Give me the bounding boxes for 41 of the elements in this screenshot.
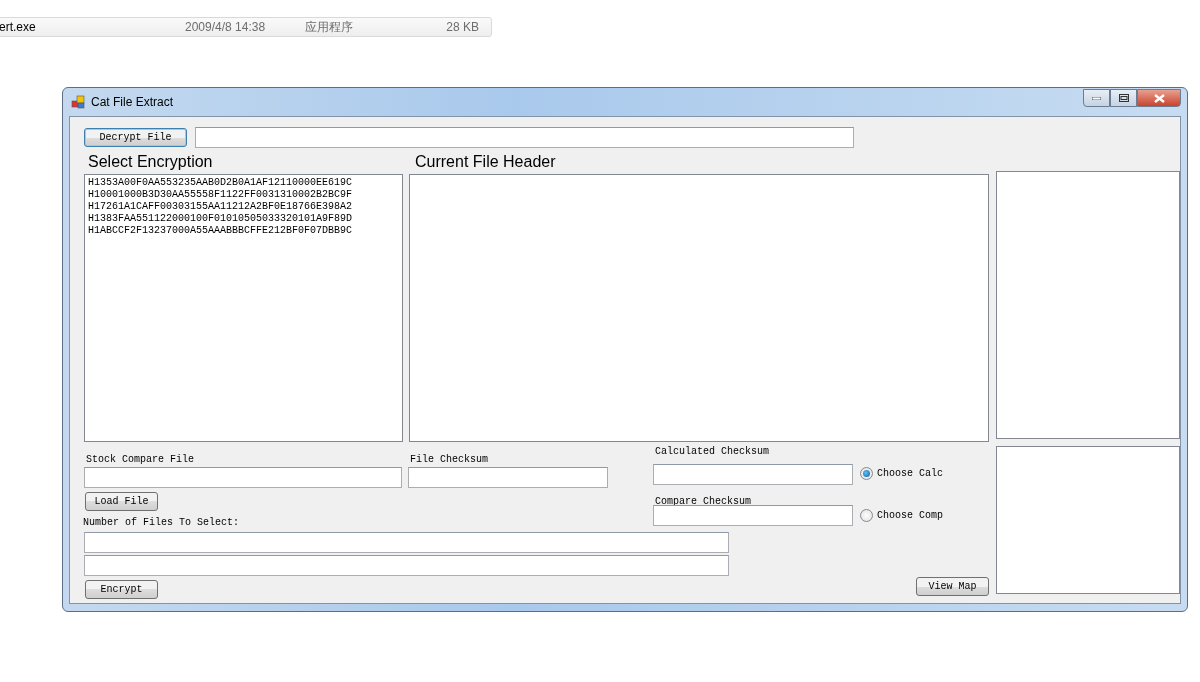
- radio-button[interactable]: Choose Calc: [860, 467, 943, 480]
- close-icon: [1153, 93, 1165, 103]
- current-file-header-label: Current File Header: [415, 153, 556, 171]
- encryption-list-item[interactable]: H1353A00F0AA553235AAB0D2B0A1AF12110000EE619C: [88, 177, 399, 189]
- encryption-list-item[interactable]: H17261A1CAFF00303155AA11212A2BF0E18766E398A2: [88, 201, 399, 213]
- encryption-list-item[interactable]: H10001000B3D30AA55558F1122FF0031310002B2BC9F: [88, 189, 399, 201]
- file-name: ert.exe: [0, 20, 37, 34]
- maximize-button[interactable]: [1110, 89, 1137, 107]
- file-type: 应用程序: [305, 18, 354, 36]
- file-list-row[interactable]: ert.exe 2009/4/8 14:38 应用程序 28 KB: [0, 17, 492, 37]
- select-encryption-label: Select Encryption: [87, 153, 214, 171]
- compare-checksum-field[interactable]: [653, 505, 853, 526]
- encryption-list-item[interactable]: H1383FAA551122000100F01010505033320101A9F89D: [88, 213, 399, 225]
- radio-circle[interactable]: [860, 467, 873, 480]
- radio-circle[interactable]: [860, 509, 873, 522]
- minimize-icon: [1092, 96, 1101, 100]
- minimize-button[interactable]: [1083, 89, 1110, 107]
- files-count-field[interactable]: [84, 532, 729, 553]
- app-icon: [71, 95, 85, 109]
- radio-button[interactable]: Choose Comp: [860, 509, 943, 522]
- modified-date: 2009/4/8 14:38: [185, 20, 267, 34]
- maximize-icon: [1118, 94, 1129, 102]
- stock-compare-file-label: Stock Compare File: [85, 454, 196, 465]
- file-checksum-field[interactable]: [408, 467, 608, 488]
- calculated-checksum-label: Calculated Checksum: [654, 446, 771, 457]
- file-size: 28 KB: [445, 20, 479, 34]
- compare-checksum-label: Compare Checksum: [654, 495, 752, 507]
- close-button[interactable]: [1137, 89, 1181, 107]
- files-list-field[interactable]: [84, 554, 729, 576]
- file-checksum-label: File Checksum: [409, 454, 489, 465]
- encrypt-button[interactable]: Encrypt: [85, 579, 158, 599]
- view-map-button[interactable]: View Map: [916, 577, 989, 596]
- encryption-list-item[interactable]: H1ABCCF2F13237000A55AAABBBCFFE212BF0F07DBB9C: [88, 225, 399, 237]
- window-title: Cat File Extract: [91, 95, 174, 109]
- stock-compare-file-field[interactable]: [84, 467, 402, 488]
- encryption-list[interactable]: [84, 174, 403, 442]
- decrypt-file-button[interactable]: Decrypt File: [84, 128, 187, 147]
- file-path-field[interactable]: [195, 127, 854, 148]
- files-to-select-label: Number of Files To Select:: [83, 517, 241, 528]
- calculated-checksum-field[interactable]: [653, 464, 853, 485]
- load-file-button[interactable]: Load File: [85, 491, 158, 511]
